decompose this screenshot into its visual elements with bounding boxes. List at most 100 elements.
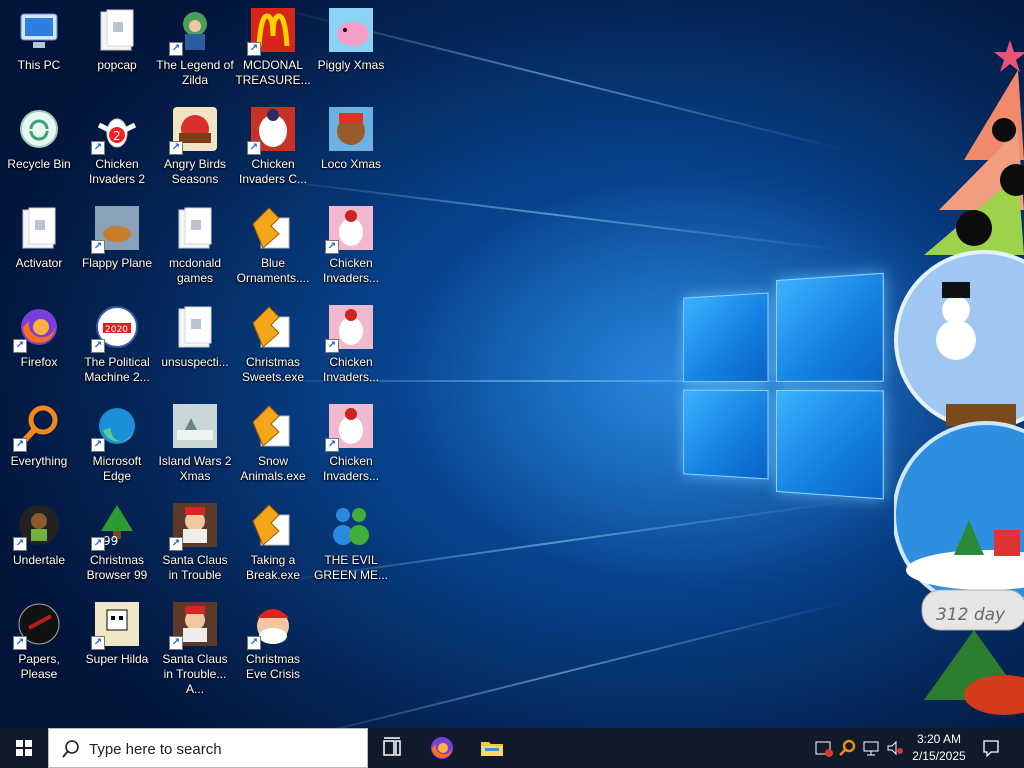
desktop-icon-label: Firefox [20,355,58,369]
desktop-icon-chicken-invaders[interactable]: ↗ Chicken Invaders... [312,198,390,294]
desktop-icon-mcdonald-treasure[interactable]: ↗ MCDONAL TREASURE... [234,0,312,96]
svg-text:2: 2 [113,129,121,143]
desktop-icon-santa-claus[interactable]: ↗ Santa Claus in Trouble... A... [156,594,234,696]
desktop-icon-recycle-bin[interactable]: Recycle Bin [0,99,78,195]
desktop-icon-political-machine[interactable]: 2020 ↗ The Political Machine 2... [78,297,156,393]
desktop-icon-label: Chicken Invaders C... [238,157,308,186]
desktop-icon-loco-xmas[interactable]: Loco Xmas [312,99,390,195]
file-explorer-icon [481,742,503,756]
folder-icon [171,303,219,351]
desktop-icon-label: Papers, Please [18,652,60,681]
undertale-icon: ↗ [13,501,63,551]
shortcut-arrow-icon: ↗ [247,636,261,650]
network-icon[interactable] [862,739,880,757]
light-beam [267,600,851,748]
taskbar-file-explorer-button[interactable] [476,732,508,764]
desktop-icon-label: popcap [97,58,137,72]
flappy-plane-icon: ↗ [91,204,141,254]
desktop-icon-christmas-browser[interactable]: 99 ↗ Christmas Browser 99 [78,495,156,591]
christmas-decoration: 312 day [892,0,1024,728]
desktop-icon-folder[interactable]: Activator [0,198,78,294]
desktop-icon-super-hilda[interactable]: ↗ Super Hilda [78,594,156,690]
desktop-icon-label: Chicken Invaders 2 [88,157,146,186]
desktop-icon-chicken-invaders-christmas[interactable]: ↗ Chicken Invaders C... [234,99,312,195]
task-view-button[interactable] [376,732,408,764]
desktop-icon-papers-please[interactable]: ↗ Papers, Please [0,594,78,690]
desktop-icon-messenger[interactable]: THE EVIL GREEN ME... [312,495,390,591]
everything-search-icon: ↗ [13,402,63,452]
desktop-icon-label: Microsoft Edge [92,454,142,483]
desktop-icon-undertale[interactable]: ↗ Undertale [0,495,78,591]
desktop-icon-legend-of-zilda[interactable]: ↗ The Legend of Zilda [156,0,234,96]
taskbar-search-box[interactable]: Type here to search [48,728,368,768]
desktop-icon-label: Island Wars 2 Xmas [158,454,232,483]
desktop-icon-chicken-invaders-2[interactable]: 2 ↗ Chicken Invaders 2 [78,99,156,195]
svg-text:2020: 2020 [105,325,128,335]
chicken-invaders-icon: ↗ [325,204,375,254]
globe-text: 312 day [936,605,1006,625]
defender-warning-icon[interactable] [815,739,833,757]
shortcut-arrow-icon: ↗ [91,537,105,551]
desktop-icon-exe-app[interactable]: Snow Animals.exe [234,396,312,492]
system-clock[interactable]: 3:20 AM 2/15/2025 [900,731,978,765]
desktop-icon-flappy-plane[interactable]: ↗ Flappy Plane [78,198,156,294]
desktop-icon-label: Santa Claus in Trouble... A... [162,652,228,696]
mcdonald-treasure-icon: ↗ [247,6,297,56]
taskbar: Type here to search 3:20 AM 2/15/2025 [0,728,1024,768]
desktop-icon-label: The Political Machine 2... [84,355,150,384]
desktop-icon-firefox[interactable]: ↗ Firefox [0,297,78,393]
desktop-icon-folder[interactable]: mcdonald games [156,198,234,294]
shortcut-arrow-icon: ↗ [13,339,27,353]
papers-please-icon: ↗ [13,600,63,650]
desktop-icon-folder[interactable]: popcap [78,0,156,96]
desktop-icon-label: Super Hilda [85,652,149,666]
desktop-icon-label: Christmas Browser 99 [86,553,148,582]
search-placeholder: Type here to search [89,741,222,758]
desktop-icon-this-pc[interactable]: This PC [0,0,78,96]
recycle-bin-icon [15,105,63,153]
clock-date: 2/15/2025 [912,749,966,763]
angry-birds-seasons-icon: ↗ [169,105,219,155]
shortcut-arrow-icon: ↗ [91,438,105,452]
desktop-icon-santa-face[interactable]: ↗ Christmas Eve Crisis [234,594,312,690]
svg-text:99: 99 [103,534,118,548]
desktop-icon-label: mcdonald games [168,256,222,285]
desktop-icon-label: Angry Birds Seasons [163,157,227,186]
shortcut-arrow-icon: ↗ [247,42,261,56]
desktop-icon-label: Chicken Invaders... [322,355,380,384]
desktop-icon-edge[interactable]: ↗ Microsoft Edge [78,396,156,492]
chicken-invaders-icon: ↗ [325,303,375,353]
santa-claus-icon: ↗ [169,600,219,650]
loco-xmas-icon [327,105,375,153]
taskbar-firefox-button[interactable] [426,732,458,764]
christmas-browser-icon: 99 ↗ [91,501,141,551]
desktop-icon-everything-search[interactable]: ↗ Everything [0,396,78,492]
desktop-icon-angry-birds-seasons[interactable]: ↗ Angry Birds Seasons [156,99,234,195]
desktop-icon-exe-app[interactable]: Christmas Sweets.exe [234,297,312,393]
santa-face-icon: ↗ [247,600,297,650]
task-view-icon [383,737,401,756]
desktop-icon-label: Chicken Invaders... [322,256,380,285]
desktop-icon-folder[interactable]: unsuspecti... [156,297,234,393]
desktop-icon-chicken-invaders[interactable]: ↗ Chicken Invaders... [312,297,390,393]
desktop-icon-island-wars[interactable]: Island Wars 2 Xmas [156,396,234,492]
everything-tray-icon[interactable] [838,739,856,757]
desktop-icon-label: Recycle Bin [7,157,71,171]
desktop-icon-piggly-xmas[interactable]: Piggly Xmas [312,0,390,96]
folder-icon [15,204,63,252]
exe-app-icon [249,501,297,549]
desktop-icon-label: The Legend of Zilda [156,58,234,87]
shortcut-arrow-icon: ↗ [91,339,105,353]
search-icon [62,740,79,758]
desktop-icon-label: Activator [15,256,63,270]
desktop-icon-exe-app[interactable]: Taking a Break.exe [234,495,312,591]
desktop-icon-label: Undertale [12,553,66,567]
desktop-icon-label: Chicken Invaders... [322,454,380,483]
desktop-icon-exe-app[interactable]: Blue Ornaments.... [234,198,312,294]
windows-start-icon [16,740,32,756]
notification-center-icon[interactable] [982,739,1000,758]
desktop-icon-chicken-invaders[interactable]: ↗ Chicken Invaders... [312,396,390,492]
start-button[interactable] [0,728,48,768]
desktop-icon-santa-claus[interactable]: ↗ Santa Claus in Trouble [156,495,234,591]
shortcut-arrow-icon: ↗ [169,42,183,56]
